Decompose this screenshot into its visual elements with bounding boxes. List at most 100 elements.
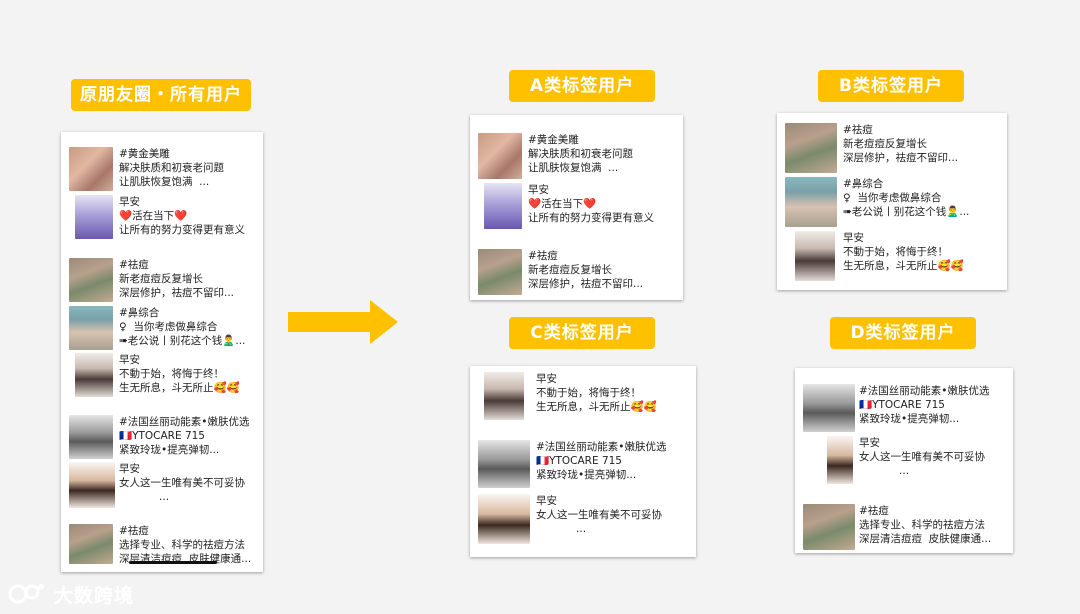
post-image	[827, 436, 853, 484]
post-image	[75, 353, 113, 397]
post-image	[75, 195, 113, 239]
home-indicator	[129, 561, 217, 564]
post-line: 女人这一生唯有美不可妥协	[119, 477, 245, 489]
post-title: 早安	[859, 437, 880, 449]
post-line: ...	[119, 491, 170, 503]
post-line: 深层修护，祛痘不留印...	[843, 152, 959, 164]
post-line: 紧致玲珑•提亮弹韧...	[859, 413, 960, 425]
post-title: #黄金美雕	[119, 148, 170, 160]
post-morning3: 早安女人这一生唯有美不可妥协 ...	[69, 462, 257, 510]
post-acne1: #祛痘新老痘痘反复增长深层修护，祛痘不留印...	[478, 249, 677, 297]
post-line: ...	[859, 465, 910, 477]
post-image	[69, 524, 113, 564]
post-image	[69, 147, 113, 191]
post-image	[69, 306, 113, 350]
post-morning2: 早安 不動于始，将悔于终！ 生无所息，斗无所止🥰🥰	[478, 372, 690, 426]
post-line: 深层修护，祛痘不留印...	[528, 278, 644, 290]
post-france: #法国丝丽动能素•嫩肤优选 🇫🇷YTOCARE 715 紧致玲珑•提亮弹韧...	[803, 384, 1007, 434]
post-image	[484, 183, 522, 229]
post-title: 早安	[119, 463, 140, 475]
tag-c-users: C类标签用户	[509, 317, 655, 349]
post-title: 早安	[536, 373, 557, 385]
post-image	[484, 372, 524, 420]
tag-b-users: B类标签用户	[818, 70, 964, 102]
brand-logo: 大数跨境	[8, 578, 134, 610]
post-title: #祛痘	[843, 124, 873, 136]
post-line: 生无所息，斗无所止🥰🥰	[843, 260, 964, 272]
post-line: 深层修护，祛痘不留印...	[119, 287, 235, 299]
c-users-panel: 早安 不動于始，将悔于终！ 生无所息，斗无所止🥰🥰 #法国丝丽动能素•嫩肤优选 🇫🇷Y…	[470, 366, 696, 557]
post-line: 新老痘痘反复增长	[528, 264, 612, 276]
post-nose: #鼻综合 ♀ 当你考虑做鼻综合 ➠老公说丨别花这个钱🙎‍♂️...	[69, 306, 257, 352]
post-acne2: #祛痘 选择专业、科学的祛痘方法 深层清洁痘痘 皮肤健康通...	[803, 504, 1007, 552]
post-image	[69, 462, 115, 508]
post-morning2: 早安不動于始，将悔于终！ 生无所息，斗无所止🥰🥰	[785, 231, 1001, 285]
post-title: 早安	[119, 196, 140, 208]
post-line: 不動于始，将悔于终！	[119, 368, 224, 380]
a-users-panel: #黄金美雕解决肤质和初衰老问题 让肌肤恢复饱满 ... 早安 ❤️活在当下❤️ 让所有…	[470, 115, 683, 300]
post-line: 不動于始，将悔于终！	[843, 246, 948, 258]
post-line: 解决肤质和初衰老问题	[119, 162, 224, 174]
post-image	[478, 249, 522, 295]
post-title: #祛痘	[119, 259, 149, 271]
post-title: #祛痘	[859, 505, 889, 517]
post-line: ❤️活在当下❤️	[528, 198, 597, 210]
post-title: #黄金美雕	[528, 134, 579, 146]
post-morning2: 早安不動于始，将悔于终！ 生无所息，斗无所止🥰🥰	[69, 353, 257, 399]
post-line: 选择专业、科学的祛痘方法	[119, 539, 245, 551]
post-line: 让所有的努力变得更有意义	[119, 224, 245, 236]
post-line: 解决肤质和初衰老问题	[528, 148, 633, 160]
post-line: 🇫🇷YTOCARE 715	[536, 455, 622, 467]
post-morning1: 早安 ❤️活在当下❤️ 让所有的努力变得更有意义	[478, 183, 677, 233]
post-france: #法国丝丽动能素•嫩肤优选 🇫🇷YTOCARE 715 紧致玲珑•提亮弹韧...	[69, 415, 257, 461]
post-line: 不動于始，将悔于终！	[536, 387, 641, 399]
tag-d-users: D类标签用户	[830, 317, 976, 349]
post-morning3: 早安女人这一生唯有美不可妥协 ...	[803, 436, 1007, 488]
right-arrow-icon	[288, 300, 398, 344]
post-image	[478, 494, 530, 544]
post-image	[785, 123, 837, 173]
post-title: 早安	[536, 495, 557, 507]
post-image	[478, 133, 522, 179]
post-line: 女人这一生唯有美不可妥协	[536, 509, 662, 521]
post-line: 新老痘痘反复增长	[119, 273, 203, 285]
post-morning1: 早安 ❤️活在当下❤️ 让所有的努力变得更有意义	[69, 195, 257, 243]
post-title: #法国丝丽动能素•嫩肤优选	[536, 441, 667, 453]
post-line: ♀ 当你考虑做鼻综合	[119, 321, 218, 333]
post-image	[478, 440, 530, 488]
post-gold: #黄金美雕解决肤质和初衰老问题 让肌肤恢复饱满 ...	[69, 147, 257, 193]
post-line: 让所有的努力变得更有意义	[528, 212, 654, 224]
post-title: #法国丝丽动能素•嫩肤优选	[119, 416, 250, 428]
post-line: 新老痘痘反复增长	[843, 138, 927, 150]
post-title: 早安	[119, 354, 140, 366]
post-line: ♀ 当你考虑做鼻综合	[843, 192, 942, 204]
post-title: #法国丝丽动能素•嫩肤优选	[859, 385, 990, 397]
post-title: #鼻综合	[843, 178, 884, 190]
post-title: 早安	[528, 184, 549, 196]
post-line: 紧致玲珑•提亮弹韧...	[119, 444, 220, 456]
tag-a-users: A类标签用户	[509, 70, 655, 102]
post-line: 让肌肤恢复饱满 ...	[528, 162, 619, 174]
post-line: 选择专业、科学的祛痘方法	[859, 519, 985, 531]
post-line: 生无所息，斗无所止🥰🥰	[119, 382, 240, 394]
b-users-panel: #祛痘 新老痘痘反复增长 深层修护，祛痘不留印... #鼻综合 ♀ 当你考虑做鼻综合 ➠…	[777, 113, 1007, 290]
post-acne1: #祛痘新老痘痘反复增长深层修护，祛痘不留印...	[69, 258, 257, 304]
post-title: 早安	[843, 232, 864, 244]
original-moments-panel: #黄金美雕解决肤质和初衰老问题 让肌肤恢复饱满 ... 早安 ❤️活在当下❤️ 让所有…	[61, 132, 263, 572]
post-line: ❤️活在当下❤️	[119, 210, 188, 222]
post-image	[795, 231, 835, 281]
logo-text: 大数跨境	[54, 584, 135, 607]
d-users-panel: #法国丝丽动能素•嫩肤优选 🇫🇷YTOCARE 715 紧致玲珑•提亮弹韧... 早…	[795, 368, 1013, 553]
logo-mark-icon	[8, 579, 48, 609]
post-line: 女人这一生唯有美不可妥协	[859, 451, 985, 463]
post-image	[69, 415, 113, 459]
post-image	[803, 384, 855, 432]
post-morning3: 早安女人这一生唯有美不可妥协 ...	[478, 494, 690, 550]
post-line: ...	[536, 523, 587, 535]
post-france: #法国丝丽动能素•嫩肤优选 🇫🇷YTOCARE 715 紧致玲珑•提亮弹韧...	[478, 440, 690, 492]
post-image	[803, 504, 855, 550]
post-title: #祛痘	[528, 250, 558, 262]
post-image	[69, 258, 113, 302]
post-line: ➠老公说丨别花这个钱🙎‍♂️...	[119, 335, 246, 347]
post-line: 让肌肤恢复饱满 ...	[119, 176, 210, 188]
